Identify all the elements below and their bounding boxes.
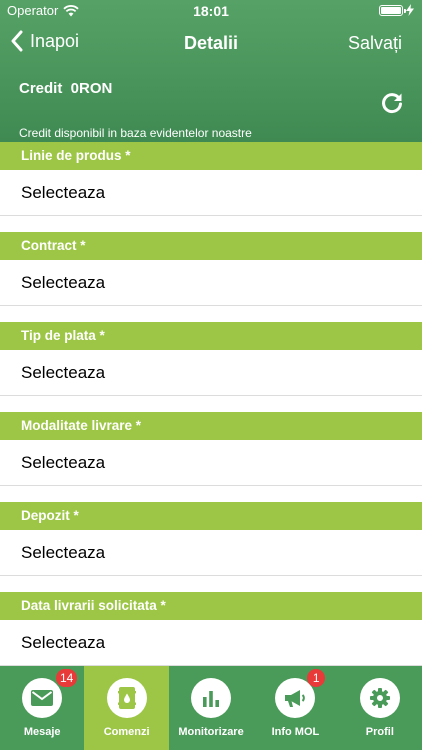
tab-label: Info MOL xyxy=(271,726,320,738)
tab-icon-circle xyxy=(359,678,400,718)
tab-label: Mesaje xyxy=(23,726,61,738)
section-contract: Contract * Selecteaza xyxy=(0,232,422,322)
charging-bolt-icon xyxy=(406,4,414,16)
header: Operator 18:01 Inapoi Detalii Salvați Cr… xyxy=(0,0,422,142)
barrel-icon xyxy=(117,687,136,709)
product-line-select[interactable]: Selecteaza xyxy=(0,170,422,216)
megaphone-icon xyxy=(285,690,306,707)
depot-select[interactable]: Selecteaza xyxy=(0,530,422,576)
tab-icon-circle xyxy=(106,678,147,718)
tab-info-mol[interactable]: 1 Info MOL xyxy=(253,666,337,750)
contract-select[interactable]: Selecteaza xyxy=(0,260,422,306)
status-time: 18:01 xyxy=(193,3,229,19)
order-form: Linie de produs * Selecteaza Contract * … xyxy=(0,142,422,682)
tab-profil[interactable]: Profil xyxy=(338,666,422,750)
section-depot: Depozit * Selecteaza xyxy=(0,502,422,592)
payment-type-select[interactable]: Selecteaza xyxy=(0,350,422,396)
section-product-line: Linie de produs * Selecteaza xyxy=(0,142,422,232)
tab-comenzi[interactable]: Comenzi xyxy=(84,666,169,750)
tab-monitorizare[interactable]: Monitorizare xyxy=(169,666,253,750)
nav-bar: Inapoi Detalii Salvați xyxy=(0,22,422,66)
status-right xyxy=(379,4,414,16)
section-delivery-mode: Modalitate livrare * Selecteaza xyxy=(0,412,422,502)
tab-icon-circle xyxy=(191,678,232,718)
tab-mesaje[interactable]: 14 Mesaje xyxy=(0,666,84,750)
save-button[interactable]: Salvați xyxy=(348,33,402,54)
section-label: Contract * xyxy=(0,232,422,260)
delivery-date-select[interactable]: Selecteaza xyxy=(0,620,422,666)
delivery-mode-select[interactable]: Selecteaza xyxy=(0,440,422,486)
envelope-icon xyxy=(31,690,54,706)
tab-label: Monitorizare xyxy=(178,726,244,738)
tab-label: Profil xyxy=(365,726,394,738)
section-label: Modalitate livrare * xyxy=(0,412,422,440)
refresh-icon[interactable] xyxy=(379,91,405,117)
section-payment-type: Tip de plata * Selecteaza xyxy=(0,322,422,412)
tab-icon-circle xyxy=(22,678,63,718)
battery-icon xyxy=(379,4,406,16)
section-label: Tip de plata * xyxy=(0,322,422,350)
tab-bar: 14 Mesaje Comenzi Monitorizare 1 Info MO… xyxy=(0,666,422,750)
section-label: Linie de produs * xyxy=(0,142,422,170)
status-bar: Operator 18:01 xyxy=(0,0,422,22)
tab-label: Comenzi xyxy=(103,726,150,738)
gear-icon xyxy=(369,688,390,708)
section-label: Depozit * xyxy=(0,502,422,530)
section-label: Data livrarii solicitata * xyxy=(0,592,422,620)
credit-note: Credit disponibil in baza evidentelor no… xyxy=(19,126,252,140)
bar-chart-icon xyxy=(203,691,220,707)
messages-badge: 14 xyxy=(56,669,78,687)
info-badge: 1 xyxy=(307,669,326,687)
credit-title: Credit 0RON xyxy=(19,80,113,97)
